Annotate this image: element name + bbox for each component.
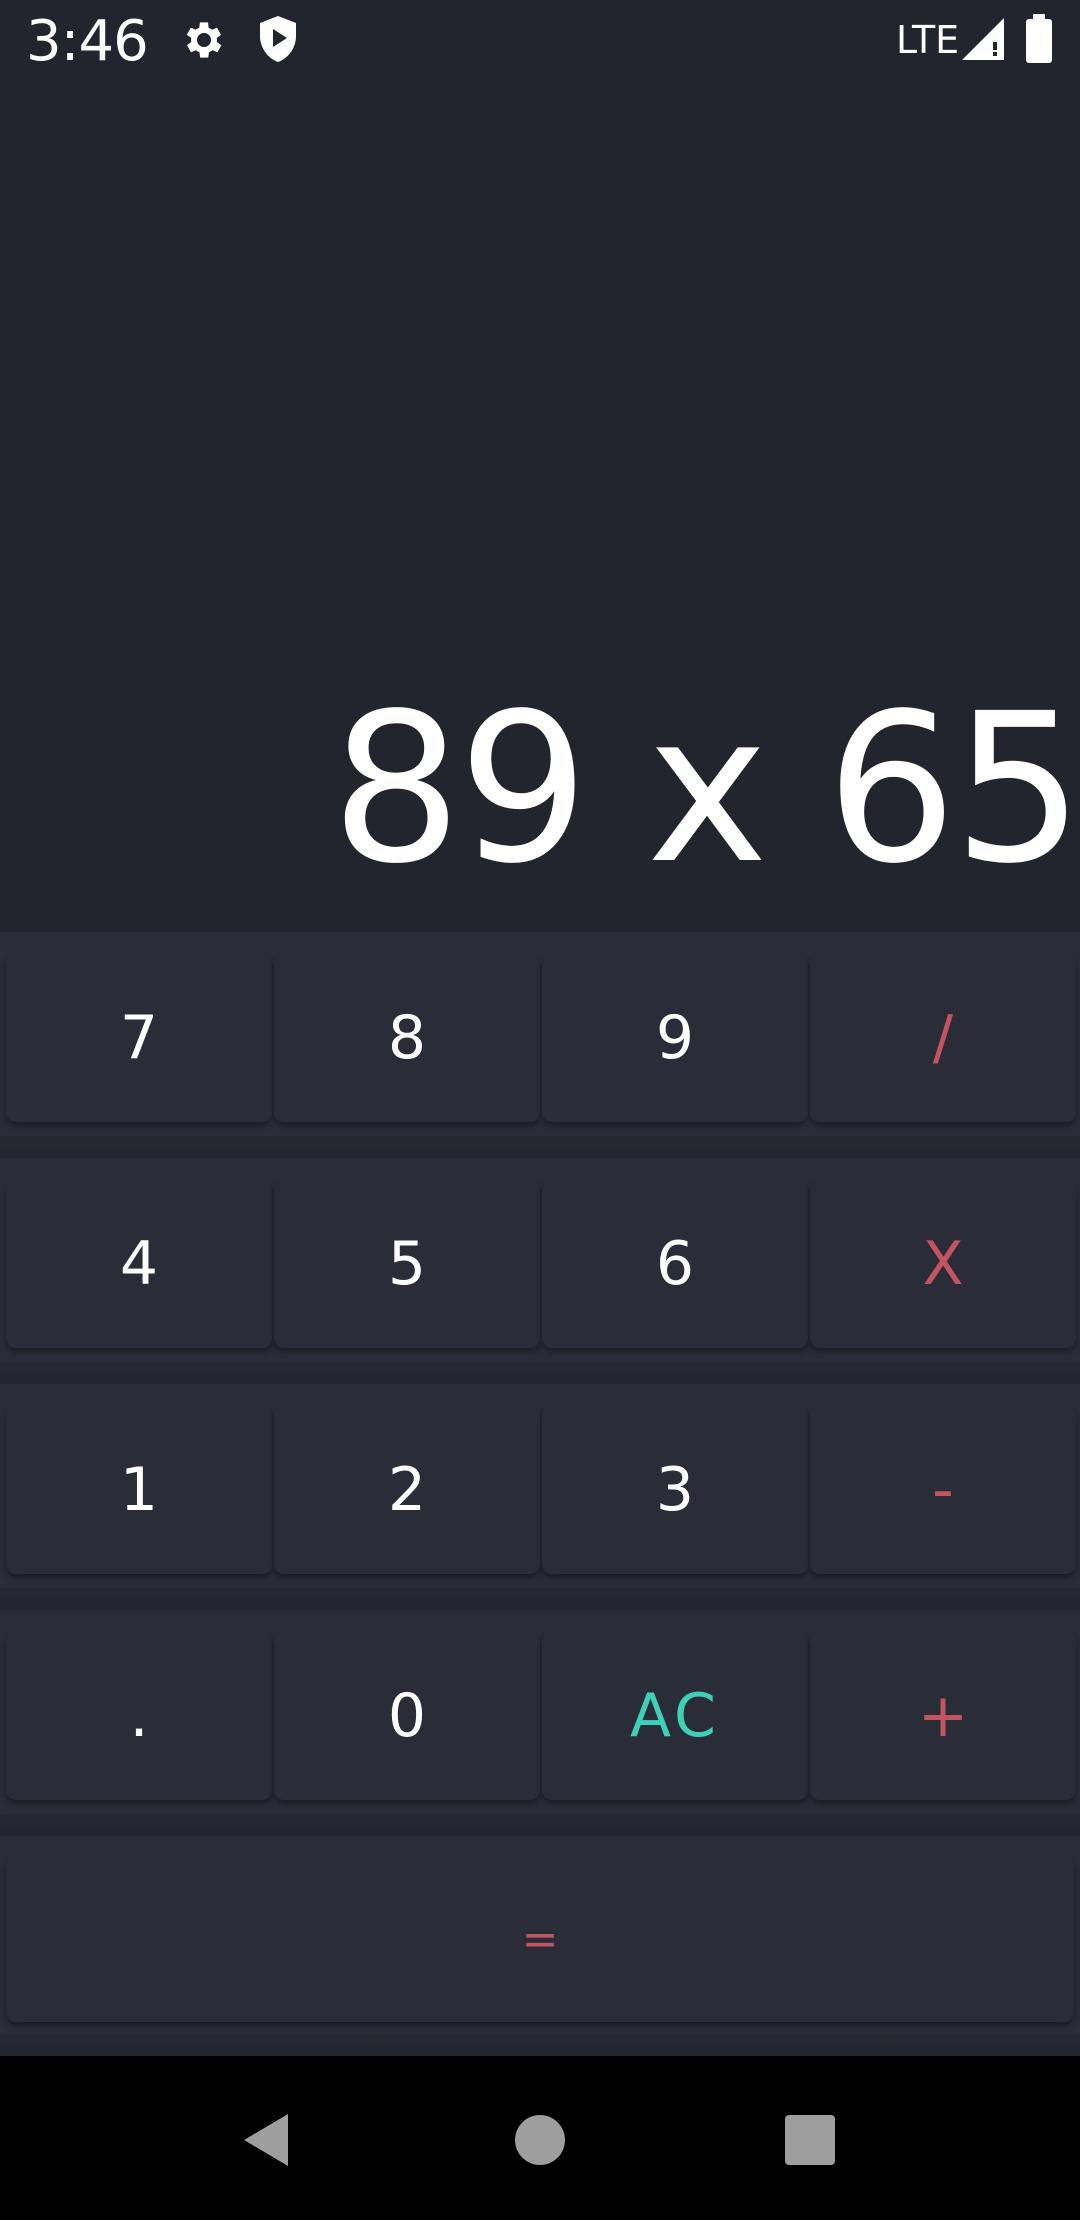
key-equals[interactable]: = [6, 1856, 1074, 2022]
key-2[interactable]: 2 [274, 1406, 540, 1574]
key-1[interactable]: 1 [6, 1406, 272, 1574]
signal-icon [958, 16, 1006, 62]
status-time: 3:46 [26, 9, 149, 74]
keypad-row-4: . 0 AC + [0, 1610, 1080, 1836]
calculator-display: 89 x 65 [0, 84, 1080, 932]
expression-display: 89 x 65 [330, 669, 1080, 909]
recents-icon[interactable] [778, 2108, 842, 2172]
keypad: 7 8 9 / 4 5 6 X 1 2 3 - . 0 AC + = [0, 932, 1080, 2056]
back-icon[interactable] [236, 2108, 300, 2172]
status-bar: 3:46 LTE [0, 0, 1080, 84]
battery-icon [1024, 14, 1054, 64]
key-add[interactable]: + [810, 1632, 1076, 1800]
key-subtract[interactable]: - [810, 1406, 1076, 1574]
key-0[interactable]: 0 [274, 1632, 540, 1800]
keypad-row-3: 1 2 3 - [0, 1384, 1080, 1610]
keypad-row-5: = [0, 1836, 1080, 2056]
calculator-screen: 3:46 LTE 89 x 65 7 8 9 / 4 5 6 X 1 2 3 -… [0, 0, 1080, 2220]
keypad-row-2: 4 5 6 X [0, 1158, 1080, 1384]
shield-play-icon [256, 14, 300, 64]
key-9[interactable]: 9 [542, 954, 808, 1122]
key-all-clear[interactable]: AC [542, 1632, 808, 1800]
gear-icon [180, 16, 228, 64]
key-5[interactable]: 5 [274, 1180, 540, 1348]
network-type: LTE [896, 18, 960, 62]
key-4[interactable]: 4 [6, 1180, 272, 1348]
navigation-bar [0, 2056, 1080, 2220]
key-multiply[interactable]: X [810, 1180, 1076, 1348]
key-divide[interactable]: / [810, 954, 1076, 1122]
key-7[interactable]: 7 [6, 954, 272, 1122]
key-3[interactable]: 3 [542, 1406, 808, 1574]
keypad-row-1: 7 8 9 / [0, 932, 1080, 1158]
key-6[interactable]: 6 [542, 1180, 808, 1348]
key-8[interactable]: 8 [274, 954, 540, 1122]
home-icon[interactable] [508, 2108, 572, 2172]
key-decimal[interactable]: . [6, 1632, 272, 1800]
